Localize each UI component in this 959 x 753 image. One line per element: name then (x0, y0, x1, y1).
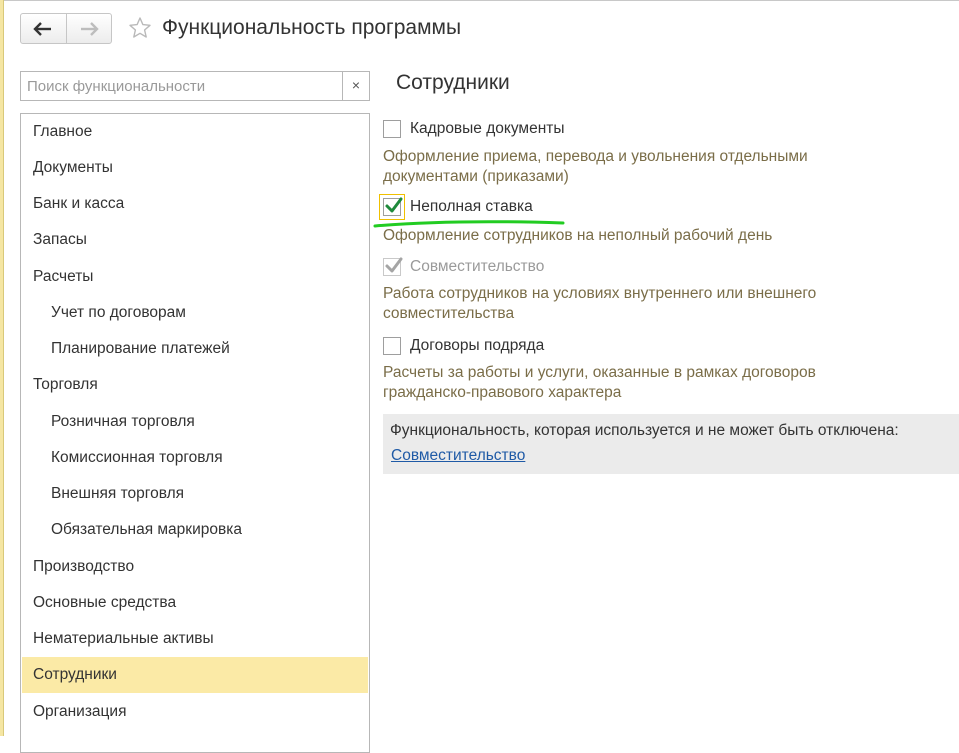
sidebar-item-production[interactable]: Производство (22, 549, 368, 585)
search-box: × (20, 71, 370, 101)
combined-job-checkbox (383, 257, 403, 276)
sidebar-item-payment-planning[interactable]: Планирование платежей (22, 331, 368, 367)
checkmark-icon (385, 257, 403, 273)
sidebar-item-organization[interactable]: Организация (22, 694, 368, 730)
option-label[interactable]: Неполная ставка (410, 198, 533, 216)
option-description: Оформление приема, перевода и увольнения… (383, 148, 808, 185)
close-icon: × (351, 77, 361, 93)
sidebar-item-trade[interactable]: Торговля (22, 367, 368, 403)
sidebar-item-retail[interactable]: Розничная торговля (22, 404, 368, 440)
sidebar-item-foreign-trade[interactable]: Внешняя торговля (22, 476, 368, 512)
back-button[interactable] (21, 14, 66, 43)
sidebar-item-employees[interactable]: Сотрудники (22, 657, 368, 693)
window-top-border (0, 0, 959, 1)
sidebar-item-settlements[interactable]: Расчеты (22, 259, 368, 295)
option-label[interactable]: Договоры подряда (410, 337, 544, 355)
sidebar-item-inventory[interactable]: Запасы (22, 222, 368, 258)
option-description: Работа сотрудников на условиях внутренне… (383, 285, 817, 322)
option-label: Совместительство (410, 258, 545, 275)
hr-documents-checkbox[interactable] (383, 120, 401, 138)
option-contracts: Договоры подряда (383, 334, 544, 358)
section-list: Главное Документы Банк и касса Запасы Ра… (20, 113, 370, 753)
option-part-time-rate: Неполная ставка (383, 195, 533, 219)
option-hr-documents: Кадровые документы (383, 117, 565, 141)
favorite-button[interactable] (128, 16, 152, 40)
clear-search-button[interactable]: × (342, 72, 369, 100)
arrow-right-icon (80, 21, 99, 36)
sidebar-item-marking[interactable]: Обязательная маркировка (22, 512, 368, 548)
arrow-left-icon (33, 21, 52, 36)
search-input[interactable] (21, 72, 343, 100)
locked-features-text: Функциональность, которая используется и… (390, 422, 899, 439)
sidebar-item-commission[interactable]: Комиссионная торговля (22, 440, 368, 476)
page-title: Функциональность программы (162, 16, 462, 39)
sidebar-item-documents[interactable]: Документы (22, 150, 368, 186)
locked-features-panel: Функциональность, которая используется и… (383, 414, 959, 474)
sidebar-item-main[interactable]: Главное (22, 114, 368, 150)
checkmark-icon (385, 197, 403, 213)
section-title: Сотрудники (396, 71, 510, 94)
forward-button[interactable] (65, 14, 112, 43)
option-label[interactable]: Кадровые документы (410, 120, 565, 138)
sidebar-item-fixed-assets[interactable]: Основные средства (22, 585, 368, 621)
option-description: Оформление сотрудников на неполный рабоч… (383, 227, 773, 244)
part-time-rate-checkbox[interactable] (383, 197, 403, 216)
star-icon (129, 17, 151, 38)
option-description: Расчеты за работы и услуги, оказанные в … (383, 364, 816, 401)
history-navigation (20, 13, 112, 44)
window-left-edge (0, 0, 4, 736)
option-combined-job: Совместительство (383, 255, 544, 279)
sidebar-item-contract-accounting[interactable]: Учет по договорам (22, 295, 368, 331)
contracts-checkbox[interactable] (383, 337, 401, 355)
sidebar-item-bank-cash[interactable]: Банк и касса (22, 186, 368, 222)
sidebar-item-intangible-assets[interactable]: Нематериальные активы (22, 621, 368, 657)
combined-job-link[interactable]: Совместительство (391, 447, 525, 465)
